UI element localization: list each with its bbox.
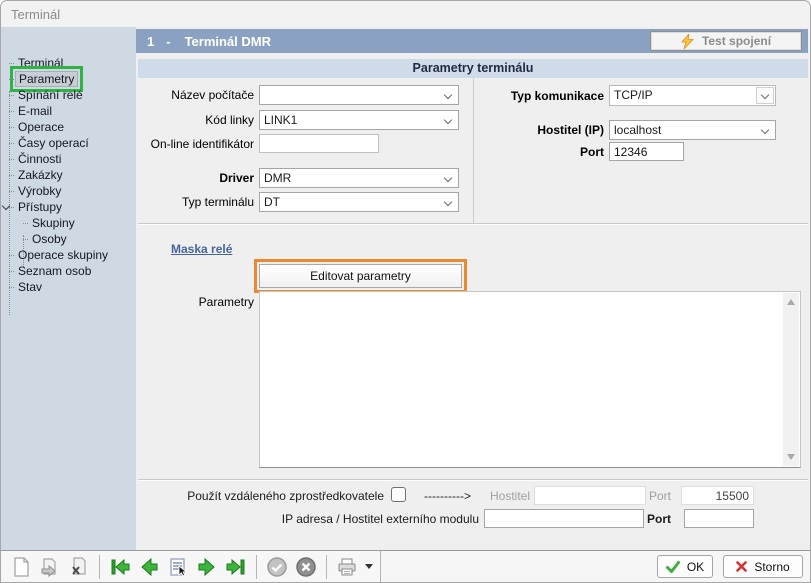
remote-hostitel-input[interactable] [534, 486, 646, 505]
last-record-icon[interactable] [223, 554, 249, 580]
test-connection-button[interactable]: Test spojení [650, 31, 802, 51]
extern-port-label: Port [641, 512, 671, 526]
ip-adresa-input[interactable] [484, 509, 644, 528]
sidebar-item-terminal[interactable]: Terminál [1, 55, 136, 71]
next-record-icon[interactable] [194, 554, 220, 580]
use-remote-broker-checkbox[interactable] [391, 487, 406, 502]
nazev-pocitace-label: Název počítače [136, 88, 254, 102]
arrow-text: ----------> [424, 489, 480, 503]
typ-terminalu-combo[interactable]: DT [259, 192, 459, 212]
remote-hostitel-label: Hostitel [488, 489, 530, 503]
sidebar-item-parametry[interactable]: Parametry [1, 71, 136, 87]
hostitel-ip-label: Hostitel (IP) [476, 123, 604, 137]
print-dropdown-caret[interactable] [365, 564, 373, 569]
group-header: Parametry terminálu [138, 59, 808, 78]
chevron-down-icon [444, 174, 452, 182]
chevron-down-icon [444, 116, 452, 124]
parametry-label: Parametry [136, 295, 254, 309]
sidebar-item-vyrobky[interactable]: Výrobky [1, 183, 136, 199]
toolbar-separator [326, 555, 327, 579]
sidebar-item-operace-skupiny[interactable]: Operace skupiny [1, 247, 136, 263]
maska-rele-link[interactable]: Maska relé [171, 242, 232, 256]
sidebar-item-stav[interactable]: Stav [1, 279, 136, 295]
chevron-down-icon [761, 91, 769, 99]
toolbar-separator [99, 555, 100, 579]
kod-linky-label: Kód linky [136, 113, 254, 127]
lightning-icon [681, 34, 694, 49]
use-remote-broker-label: Použít vzdáleného zprostředkovatele [136, 489, 384, 503]
nazev-pocitace-combo[interactable] [259, 85, 459, 105]
remote-port-input[interactable] [681, 486, 754, 505]
delete-record-icon[interactable] [66, 554, 92, 580]
x-icon [736, 561, 747, 572]
window-title: Terminál [11, 7, 60, 22]
chevron-down-icon [761, 126, 769, 134]
vertical-scrollbar[interactable] [783, 293, 799, 466]
chevron-down-icon [444, 91, 452, 99]
sidebar-item-osoby[interactable]: Osoby [1, 231, 136, 247]
check-icon [666, 561, 680, 573]
kod-linky-combo[interactable]: LINK1 [259, 110, 459, 130]
ip-adresa-label: IP adresa / Hostitel externího modulu [179, 512, 479, 526]
toolbar-separator [256, 555, 257, 579]
terminal-dialog: Terminál Terminál Parametry Spínání relé… [0, 0, 811, 583]
record-dash: - [166, 34, 170, 49]
chevron-down-icon [444, 198, 452, 206]
typ-terminalu-label: Typ terminálu [136, 195, 254, 209]
sidebar-item-email[interactable]: E-mail [1, 103, 136, 119]
main-panel: 1 - Terminál DMR Test spojení Parametry … [136, 27, 810, 552]
separator [138, 479, 808, 481]
ok-button[interactable]: OK [657, 555, 713, 578]
driver-combo[interactable]: DMR [259, 168, 459, 188]
cancel-icon[interactable] [293, 554, 319, 580]
sidebar-item-zakazky[interactable]: Zakázky [1, 167, 136, 183]
sidebar-item-cinnosti[interactable]: Činnosti [1, 151, 136, 167]
print-icon[interactable] [334, 554, 360, 580]
scroll-up-icon[interactable] [787, 299, 795, 305]
driver-label: Driver [136, 171, 254, 185]
extern-port-input[interactable] [684, 509, 754, 528]
typ-komunikace-label: Typ komunikace [476, 89, 604, 103]
online-identifikator-label: On-line identifikátor [136, 137, 254, 151]
combo-dropdown-button[interactable] [756, 87, 774, 104]
hostitel-ip-combo[interactable]: localhost [609, 120, 776, 140]
sidebar-item-spinani-rele[interactable]: Spínání relé [1, 87, 136, 103]
scroll-down-icon[interactable] [787, 454, 795, 460]
column-divider [473, 78, 474, 223]
sidebar-item-casy-operaci[interactable]: Časy operací [1, 135, 136, 151]
remote-port-label: Port [641, 489, 671, 503]
record-header: 1 - Terminál DMR Test spojení [136, 29, 808, 53]
title-bar[interactable]: Terminál [1, 1, 810, 27]
record-number: 1 [147, 34, 154, 49]
chevron-down-icon[interactable] [2, 202, 10, 210]
typ-komunikace-combo[interactable]: TCP/IP [609, 85, 776, 106]
port-label: Port [476, 145, 604, 159]
accept-icon[interactable] [264, 554, 290, 580]
sidebar-tree: Terminál Parametry Spínání relé E-mail O… [1, 27, 136, 552]
record-title: Terminál DMR [185, 34, 271, 49]
new-record-icon[interactable] [8, 554, 34, 580]
sidebar-item-pristupy[interactable]: Přístupy [1, 199, 136, 215]
online-identifikator-input[interactable] [259, 134, 379, 153]
parametry-textarea[interactable] [259, 291, 801, 468]
sidebar-item-operace[interactable]: Operace [1, 119, 136, 135]
previous-record-icon[interactable] [136, 554, 162, 580]
bottom-toolbar: OK Storno [1, 550, 810, 582]
record-toolbar [1, 551, 381, 582]
sidebar-item-skupiny[interactable]: Skupiny [1, 215, 136, 231]
copy-record-icon[interactable] [37, 554, 63, 580]
port-input[interactable] [609, 142, 684, 161]
sidebar-item-seznam-osob[interactable]: Seznam osob [1, 263, 136, 279]
separator [138, 223, 808, 225]
first-record-icon[interactable] [107, 554, 133, 580]
editovat-parametry-button[interactable]: Editovat parametry [259, 264, 462, 288]
browse-records-icon[interactable] [165, 554, 191, 580]
storno-button[interactable]: Storno [723, 555, 803, 578]
